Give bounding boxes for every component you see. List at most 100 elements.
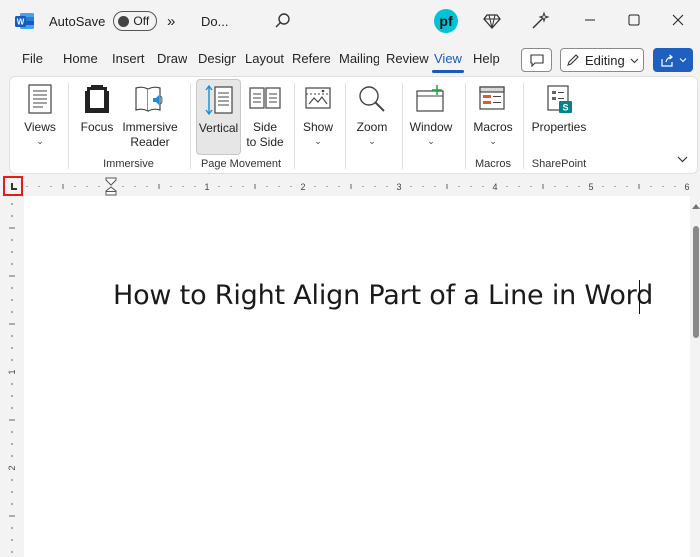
pf-logo: pf [434, 9, 458, 33]
ruler-number: 3 [396, 182, 401, 192]
diamond-icon[interactable] [483, 12, 501, 30]
vertical-button[interactable]: Vertical [196, 79, 241, 155]
horizontal-ruler[interactable]: 1 2 3 4 5 6 [24, 177, 700, 196]
macros-button[interactable]: Macros ⌄ [470, 79, 516, 147]
chevron-down-icon: ⌄ [427, 136, 435, 146]
properties-button[interactable]: S Properties [528, 79, 590, 135]
show-button[interactable]: Show ⌄ [300, 79, 336, 147]
window-icon [414, 82, 448, 116]
tab-stop-selector[interactable] [3, 176, 23, 196]
immersive-reader-button[interactable]: Immersive Reader [120, 79, 180, 150]
autosave[interactable]: AutoSave Off [49, 0, 158, 42]
tab-view[interactable]: View [434, 51, 462, 66]
collapse-ribbon-chevron-icon[interactable] [677, 155, 688, 163]
ruler-number: 6 [684, 182, 689, 192]
search-icon[interactable] [274, 12, 292, 30]
group-label-sharepoint: SharePoint [531, 158, 587, 170]
ruler-number: 1 [7, 369, 17, 374]
ruler-number: 4 [492, 182, 497, 192]
tab-file[interactable]: File [22, 51, 43, 66]
sharepoint-properties-icon: S [542, 82, 576, 116]
side-to-side-icon [248, 82, 282, 116]
close-icon [672, 14, 684, 26]
maximize-icon [628, 14, 640, 26]
focus-label: Focus [80, 120, 114, 134]
zoom-label: Zoom [356, 120, 388, 134]
tab-mailings[interactable]: Mailings [339, 51, 379, 66]
ruler-number: 2 [300, 182, 305, 192]
tab-review[interactable]: Review [386, 51, 429, 66]
focus-button[interactable]: Focus [77, 79, 117, 135]
editing-label: Editing [585, 52, 625, 68]
vertical-ruler[interactable]: 12 [0, 196, 24, 557]
window-label: Window [409, 120, 453, 134]
pf-logo-text: pf [439, 13, 453, 29]
maximize-button[interactable] [624, 10, 644, 30]
ruler-ticks: 1 2 3 4 5 6 [26, 177, 700, 196]
autosave-toggle[interactable]: Off [113, 11, 158, 31]
chevron-down-icon: ⌄ [368, 136, 376, 146]
tab-design[interactable]: Design [198, 51, 236, 66]
editing-mode-button[interactable]: Editing [560, 48, 644, 72]
properties-label: Properties [531, 120, 587, 134]
document-page[interactable]: How to Right Align Part of a Line in Wor… [24, 196, 690, 557]
vertical-scrollbar[interactable] [690, 196, 700, 557]
views-icon [23, 82, 57, 116]
side-to-side-label-1: Side [252, 120, 278, 134]
document-name[interactable]: Do... [201, 0, 228, 42]
side-to-side-label-2: to Side [246, 135, 284, 149]
vertical-ruler-ticks: 12 [7, 203, 17, 553]
views-button[interactable]: Views ⌄ [22, 79, 58, 147]
tab-references[interactable]: References [292, 51, 330, 66]
chevron-down-icon: ⌄ [36, 136, 44, 146]
group-label-immersive: Immersive [103, 158, 154, 170]
pencil-icon [567, 54, 579, 66]
vertical-page-movement-icon [202, 83, 236, 117]
group-divider [190, 83, 191, 169]
window-button[interactable]: Window ⌄ [407, 79, 455, 147]
chevron-down-icon [630, 58, 639, 63]
overflow-button[interactable]: » [167, 0, 175, 42]
document-text[interactable]: How to Right Align Part of a Line in Wor… [113, 280, 653, 311]
zoom-icon [355, 82, 389, 116]
group-divider [402, 83, 403, 169]
share-button[interactable] [653, 48, 693, 72]
active-tab-indicator [432, 70, 464, 73]
toggle-knob [118, 15, 130, 27]
minimize-icon [585, 19, 595, 21]
ruler-number: 1 [204, 182, 209, 192]
comments-button[interactable] [521, 48, 552, 72]
svg-text:S: S [562, 103, 568, 113]
immersive-reader-label-2: Reader [130, 135, 170, 149]
tab-layout[interactable]: Layout [245, 51, 284, 66]
ruler-number: 2 [7, 465, 17, 470]
chevron-down-icon: ⌄ [489, 136, 497, 146]
autosave-label: AutoSave [49, 13, 106, 29]
focus-icon [80, 82, 114, 116]
macros-icon [476, 82, 510, 116]
minimize-button[interactable] [580, 10, 600, 30]
tab-home[interactable]: Home [63, 51, 98, 66]
group-divider [294, 83, 295, 169]
ribbon: Views ⌄ Focus Immersive Reader Immersive [9, 76, 698, 174]
close-button[interactable] [668, 10, 688, 30]
immersive-reader-label-1: Immersive [122, 120, 178, 134]
vertical-label: Vertical [198, 121, 239, 135]
magic-wand-icon[interactable] [530, 11, 550, 31]
zoom-button[interactable]: Zoom ⌄ [352, 79, 392, 147]
chevron-down-icon: ⌄ [314, 136, 322, 146]
group-label-page-movement: Page Movement [200, 158, 282, 170]
side-to-side-button[interactable]: Side to Side [244, 79, 286, 150]
scrollbar-thumb[interactable] [693, 226, 699, 338]
autosave-state: Off [133, 14, 150, 28]
scroll-up-arrow-icon[interactable] [692, 204, 700, 209]
group-divider [465, 83, 466, 169]
group-divider [68, 83, 69, 169]
immersive-reader-icon [133, 82, 167, 116]
tab-help[interactable]: Help [473, 51, 500, 66]
tab-insert[interactable]: Insert [112, 51, 145, 66]
title-bar: W AutoSave Off » Do... pf [0, 0, 700, 42]
group-divider [345, 83, 346, 169]
views-label: Views [24, 120, 56, 134]
tab-draw[interactable]: Draw [157, 51, 187, 66]
